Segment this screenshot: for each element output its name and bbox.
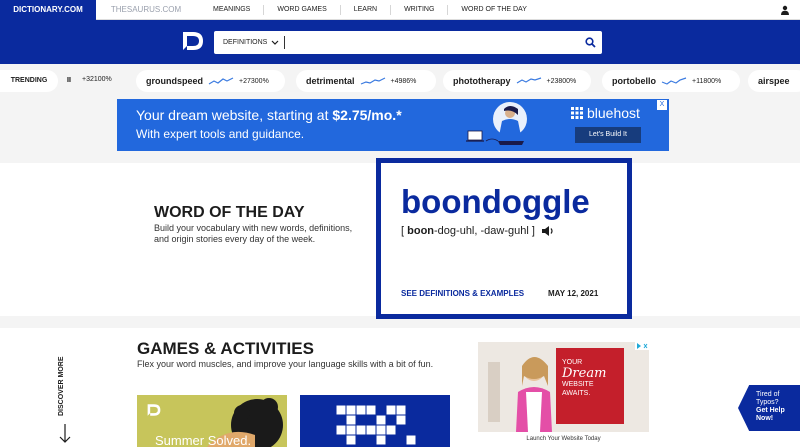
dictionary-tab[interactable]: DICTIONARY.COM (0, 0, 96, 20)
ad-banner[interactable]: Your dream website, starting at $2.75/mo… (117, 99, 669, 151)
thesaurus-tab[interactable]: THESAURUS.COM (96, 0, 196, 20)
side-ad-copy: YOUR Dream WEBSITE AWAITS. (562, 358, 606, 398)
game-card[interactable]: Summer Solved. (137, 395, 287, 447)
side-ad-line-3: WEBSITE (562, 381, 594, 388)
trending-word: airspee (758, 76, 790, 86)
search-input[interactable] (285, 32, 578, 53)
trending-label: TRENDING (0, 70, 58, 92)
wotd-date: MAY 12, 2021 (548, 289, 599, 298)
trending-first-pct: +32100% (82, 76, 112, 83)
ad-choices-icon[interactable] (635, 342, 649, 350)
ad-price: $2.75/mo.* (332, 107, 402, 123)
crossword-icon (335, 404, 417, 446)
nav-link-word-of-the-day[interactable]: WORD OF THE DAY (447, 5, 539, 15)
nav-link-meanings[interactable]: MEANINGS (200, 5, 263, 15)
wotd-card[interactable]: boondoggle [ boon-dog-uhl, -daw-guhl ] S… (376, 158, 632, 319)
dictionary-logo-icon[interactable] (182, 30, 204, 52)
nav-link-writing[interactable]: WRITING (390, 5, 447, 15)
ad-brand: bluehost (571, 105, 640, 121)
chevron-down-icon (271, 40, 279, 45)
nav-link-word-games[interactable]: WORD GAMES (263, 5, 339, 15)
ad-close-icon[interactable]: X (657, 100, 667, 110)
search-box: DEFINITIONS (214, 31, 602, 54)
wotd-pronunciation-text: [ boon-dog-uhl, -daw-guhl ] (401, 225, 535, 237)
wotd-description: Build your vocabulary with new words, de… (154, 223, 353, 244)
games-section: DISCOVER MORE GAMES & ACTIVITIES Flex yo… (0, 328, 800, 447)
ad-cta-button[interactable]: Let's Build It (575, 127, 641, 143)
trending-word: portobello (612, 76, 656, 86)
trending-pct: +11800% (692, 77, 722, 85)
trend-sparkline-icon (516, 77, 541, 84)
trending-item[interactable]: groundspeed +27300% (136, 70, 285, 92)
ad-headline: Your dream website, starting at $2.75/mo… (136, 107, 402, 123)
pause-button[interactable]: II (60, 70, 78, 92)
pron-stress: boon (407, 225, 435, 237)
game-card-title: Summer Solved. (155, 433, 252, 447)
side-ad[interactable]: YOUR Dream WEBSITE AWAITS. Launch Your W… (478, 342, 649, 447)
bluehost-grid-icon (571, 107, 583, 119)
ad-illustration-icon (466, 102, 527, 145)
typo-line-1: Tired of (756, 391, 780, 398)
search-type-dropdown[interactable]: DEFINITIONS (214, 39, 284, 46)
trend-sparkline-icon (661, 77, 687, 85)
games-heading: GAMES & ACTIVITIES (137, 339, 314, 358)
nav-link-learn[interactable]: LEARN (339, 5, 390, 15)
trending-item[interactable]: portobello +11800% (602, 70, 740, 92)
search-button[interactable] (578, 31, 602, 54)
trending-item[interactable]: airspee (748, 70, 800, 92)
trend-sparkline-icon (208, 77, 234, 85)
ad-subline: With expert tools and guidance. (136, 127, 305, 141)
trending-pct: +27300% (239, 77, 269, 85)
wotd-word[interactable]: boondoggle (401, 183, 590, 221)
side-ad-line-2: Dream (562, 366, 607, 381)
typo-help-badge[interactable]: Tired of Typos? Get Help Now! (738, 385, 800, 431)
typo-help-text: Tired of Typos? Get Help Now! (756, 391, 785, 423)
trending-word: detrimental (306, 76, 355, 86)
wotd-pronunciation: [ boon-dog-uhl, -daw-guhl ] (401, 225, 555, 237)
typo-line-3: Get Help (756, 407, 785, 414)
trending-item[interactable]: detrimental +4986% (296, 70, 436, 92)
pron-rest: -dog-uhl, -daw-guhl ] (434, 225, 535, 237)
user-icon[interactable] (780, 5, 790, 15)
see-definitions-link[interactable]: SEE DEFINITIONS & EXAMPLES (401, 289, 524, 298)
game-card[interactable] (300, 395, 450, 447)
typo-line-4: Now! (756, 415, 774, 422)
trending-bar: TRENDING II +32100% groundspeed +27300% … (0, 70, 800, 92)
top-navigation: DICTIONARY.COM THESAURUS.COM MEANINGS WO… (0, 0, 800, 20)
games-description: Flex your word muscles, and improve your… (137, 359, 434, 369)
ad-headline-text: Your dream website, starting at (136, 107, 333, 123)
search-type-label: DEFINITIONS (223, 39, 268, 46)
ad-brand-name: bluehost (587, 105, 640, 121)
search-icon (584, 37, 596, 48)
trending-word: groundspeed (146, 76, 204, 86)
nav-links: MEANINGS WORD GAMES LEARN WRITING WORD O… (200, 0, 540, 20)
trending-pct: +23800% (546, 77, 577, 85)
typo-line-2: Typos? (756, 399, 779, 406)
discover-more-label: DISCOVER MORE (58, 356, 65, 416)
discover-more[interactable]: DISCOVER MORE (50, 336, 80, 444)
arrow-down-icon (59, 424, 71, 443)
wotd-heading: WORD OF THE DAY (154, 204, 305, 221)
trending-item[interactable]: phototherapy +23800% (443, 70, 591, 92)
trending-pct: +4986% (390, 77, 417, 85)
side-ad-line-4: AWAITS. (562, 390, 591, 397)
trend-sparkline-icon (360, 77, 385, 85)
speaker-icon[interactable] (541, 225, 555, 237)
side-ad-footer: Launch Your Website Today (478, 432, 649, 447)
search-bar: DEFINITIONS (0, 20, 800, 64)
trending-word: phototherapy (453, 76, 511, 86)
